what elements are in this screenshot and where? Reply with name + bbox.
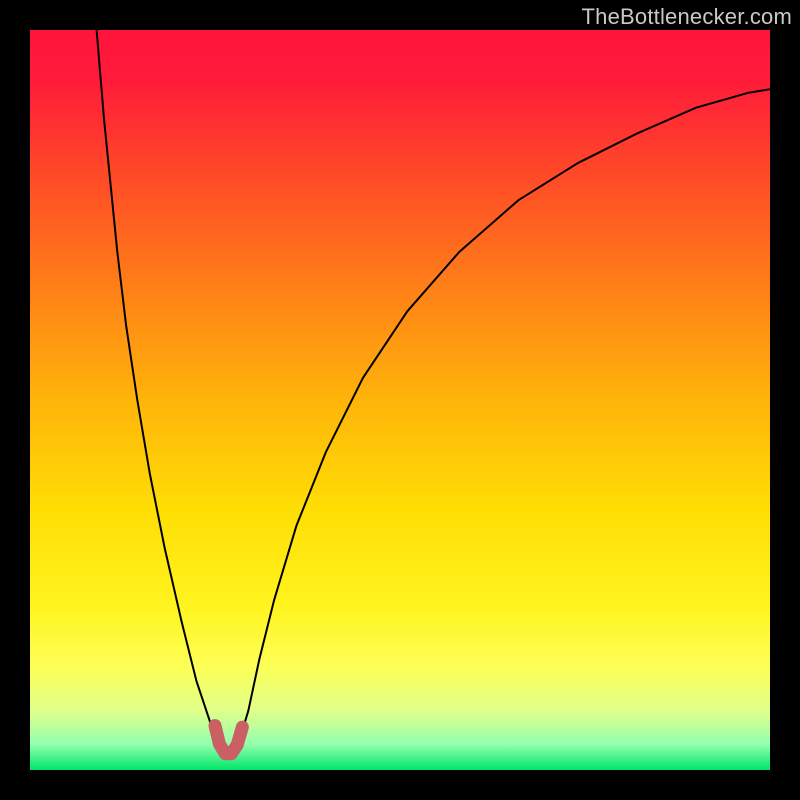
gradient-background (30, 30, 770, 770)
chart-container: TheBottlenecker.com (0, 0, 800, 800)
watermark-label: TheBottlenecker.com (582, 4, 792, 30)
chart-plot (30, 30, 770, 770)
